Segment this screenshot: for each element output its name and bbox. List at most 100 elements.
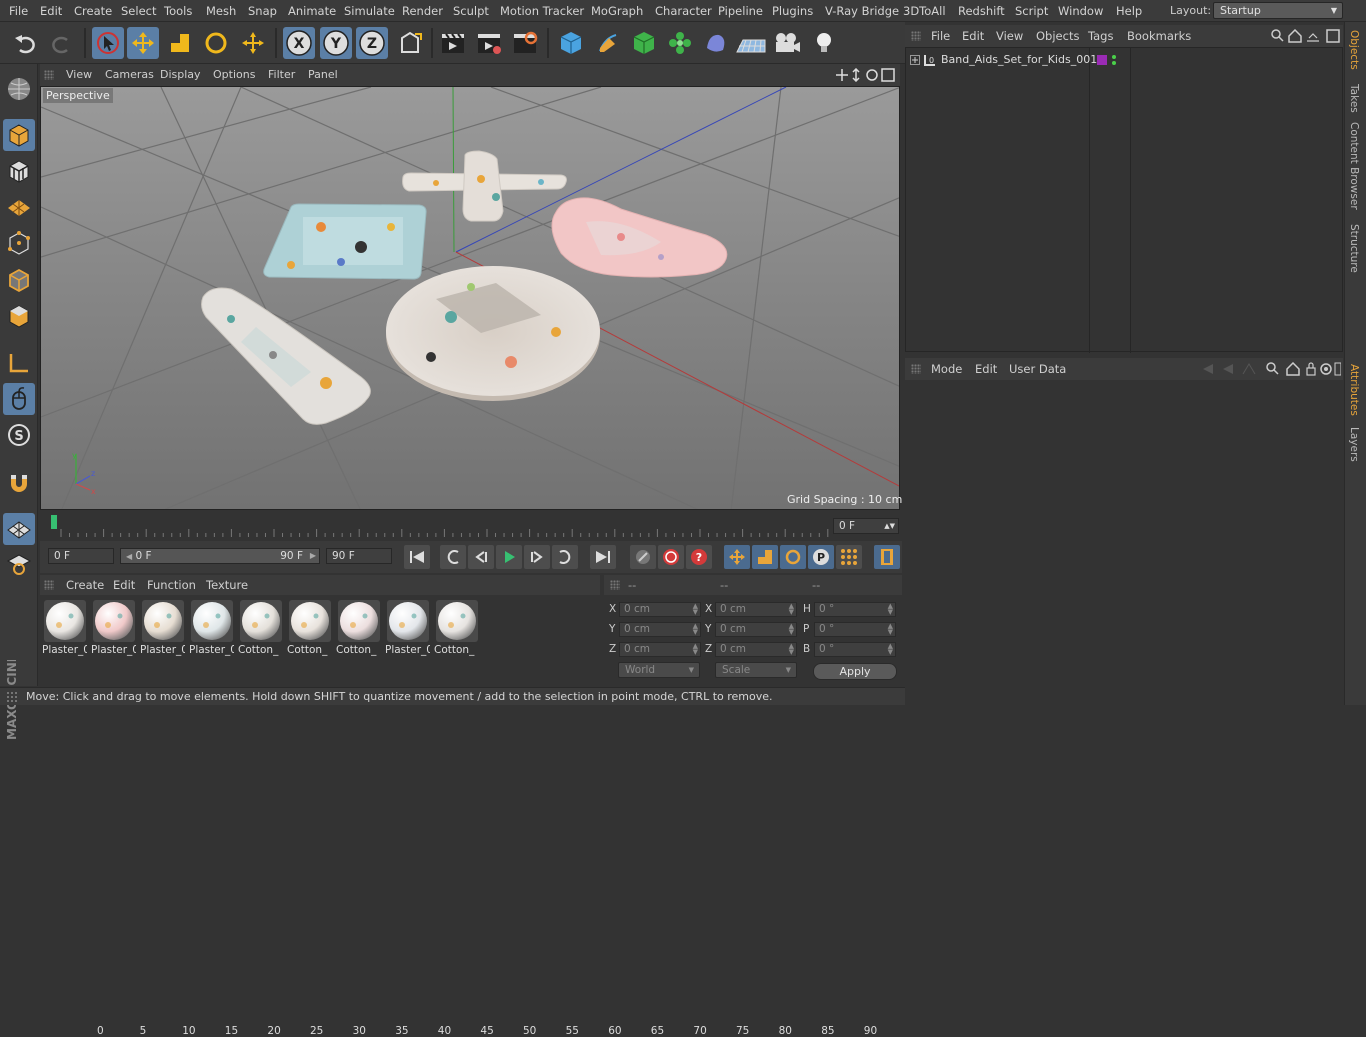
- start-frame-field[interactable]: 0 F: [48, 548, 114, 564]
- menu-character[interactable]: Character: [655, 0, 712, 22]
- menu-animate[interactable]: Animate: [288, 0, 336, 22]
- objects-menu-view[interactable]: View: [996, 25, 1023, 47]
- tweak-mode-button[interactable]: [3, 383, 35, 415]
- rot-b-field[interactable]: 0 ° ▲ ▼: [814, 642, 896, 657]
- menu-motion-tracker[interactable]: Motion Tracker: [500, 0, 584, 22]
- attribute-nav-icons[interactable]: [1201, 362, 1341, 376]
- camera-button[interactable]: [771, 27, 803, 59]
- undo-button[interactable]: [10, 27, 42, 59]
- viewport-menu-display[interactable]: Display: [160, 64, 201, 86]
- object-manager-nav-icons[interactable]: [1271, 29, 1341, 43]
- move-tool-button[interactable]: [127, 27, 159, 59]
- attributes-menu-user-data[interactable]: User Data: [1009, 358, 1066, 380]
- scale-tool-button[interactable]: [164, 27, 196, 59]
- tab-structure[interactable]: Structure: [1348, 224, 1360, 273]
- snap-button[interactable]: [3, 467, 35, 499]
- subdivision-surface-button[interactable]: [628, 27, 660, 59]
- rotate-tool-button[interactable]: [200, 27, 232, 59]
- menu-pipeline[interactable]: Pipeline: [718, 0, 763, 22]
- menu-script[interactable]: Script: [1015, 0, 1048, 22]
- next-frame-button[interactable]: [524, 545, 550, 569]
- visibility-dots-icon[interactable]: [1111, 54, 1117, 66]
- menu-edit[interactable]: Edit: [40, 0, 62, 22]
- tab-takes[interactable]: Takes: [1348, 84, 1360, 113]
- menu-redshift[interactable]: Redshift: [958, 0, 1005, 22]
- polygon-mode-button[interactable]: [3, 300, 35, 332]
- texture-mode-button[interactable]: [3, 155, 35, 187]
- material-swatch[interactable]: Cotton_: [336, 600, 381, 656]
- coordinate-system-button[interactable]: [394, 27, 426, 59]
- viewport-nav-icons[interactable]: [836, 68, 898, 82]
- expand-plus-icon[interactable]: [910, 55, 920, 65]
- menu-simulate[interactable]: Simulate: [344, 0, 395, 22]
- y-axis-lock-button[interactable]: Y: [320, 27, 352, 59]
- key-position-button[interactable]: [724, 545, 750, 569]
- menu-tools[interactable]: Tools: [164, 0, 192, 22]
- menu-sculpt[interactable]: Sculpt: [453, 0, 489, 22]
- point-mode-button[interactable]: [3, 227, 35, 259]
- viewport-menu-panel[interactable]: Panel: [308, 64, 338, 86]
- rot-h-field[interactable]: 0 ° ▲ ▼: [814, 602, 896, 617]
- key-pla-button[interactable]: [836, 545, 862, 569]
- viewport-menu-options[interactable]: Options: [213, 64, 255, 86]
- material-swatch[interactable]: Plaster_0: [385, 600, 430, 656]
- menu-create[interactable]: Create: [74, 0, 112, 22]
- keyframe-selection-button[interactable]: ?: [686, 545, 712, 569]
- redo-button[interactable]: [45, 27, 77, 59]
- end-frame-field[interactable]: 90 F: [326, 548, 392, 564]
- attributes-menu-mode[interactable]: Mode: [931, 358, 962, 380]
- viewport-menu-view[interactable]: View: [66, 64, 92, 86]
- tab-content-browser[interactable]: Content Browser: [1348, 122, 1360, 210]
- render-picture-viewer-button[interactable]: [473, 27, 505, 59]
- objects-menu-edit[interactable]: Edit: [962, 25, 984, 47]
- cloner-button[interactable]: [664, 27, 696, 59]
- menu-3dtoall[interactable]: 3DToAll: [903, 0, 946, 22]
- size-x-field[interactable]: 0 cm ▲ ▼: [715, 602, 797, 617]
- objects-menu-bookmarks[interactable]: Bookmarks: [1127, 25, 1191, 47]
- live-selection-button[interactable]: [92, 27, 124, 59]
- material-menu-create[interactable]: Create: [66, 575, 104, 595]
- frame-range-slider[interactable]: ◀ 0 F 90 F ▶: [120, 548, 320, 564]
- object-row[interactable]: 0 Band_Aids_Set_for_Kids_001: [906, 51, 1344, 69]
- layer-color-swatch[interactable]: [1097, 55, 1107, 65]
- axis-mode-button[interactable]: [3, 347, 35, 379]
- make-editable-button[interactable]: [3, 73, 35, 105]
- tab-attributes[interactable]: Attributes: [1348, 364, 1360, 416]
- previous-frame-button[interactable]: [468, 545, 494, 569]
- timeline-ruler[interactable]: 0 5 10 15 20 25 30 35 40 45 50 55 60 65 70 75 80 85 90 0 F…: [40, 511, 900, 1037]
- drag-grip-icon[interactable]: [911, 31, 921, 41]
- perspective-viewport[interactable]: y z x: [40, 86, 900, 510]
- material-menu-edit[interactable]: Edit: [113, 575, 135, 595]
- render-settings-button[interactable]: [509, 27, 541, 59]
- light-button[interactable]: [808, 27, 840, 59]
- pos-y-field[interactable]: 0 cm ▲ ▼: [619, 622, 701, 637]
- menu-help[interactable]: Help: [1116, 0, 1142, 22]
- tab-objects[interactable]: Objects: [1348, 30, 1360, 70]
- objects-menu-file[interactable]: File: [931, 25, 950, 47]
- go-to-end-button[interactable]: [590, 545, 616, 569]
- next-key-button[interactable]: [552, 545, 578, 569]
- go-to-start-button[interactable]: [404, 545, 430, 569]
- model-mode-button[interactable]: [3, 119, 35, 151]
- layout-select[interactable]: Startup ▼: [1213, 2, 1343, 19]
- edge-mode-button[interactable]: [3, 264, 35, 296]
- play-button[interactable]: [496, 545, 522, 569]
- material-swatch[interactable]: Plaster_0: [140, 600, 185, 656]
- z-axis-lock-button[interactable]: Z: [356, 27, 388, 59]
- previous-key-button[interactable]: [440, 545, 466, 569]
- menu-select[interactable]: Select: [121, 0, 156, 22]
- objects-menu-objects[interactable]: Objects: [1036, 25, 1079, 47]
- drag-grip-icon[interactable]: [610, 580, 620, 590]
- floor-button[interactable]: [735, 27, 767, 59]
- render-view-button[interactable]: [437, 27, 469, 59]
- record-active-objects-button[interactable]: [630, 545, 656, 569]
- drag-grip-icon[interactable]: [44, 580, 54, 590]
- material-swatch[interactable]: Cotton_: [238, 600, 283, 656]
- x-axis-lock-button[interactable]: X: [283, 27, 315, 59]
- deformer-button[interactable]: [700, 27, 732, 59]
- material-swatch[interactable]: Plaster_0: [91, 600, 136, 656]
- menu-mesh[interactable]: Mesh: [206, 0, 236, 22]
- planar-workplane-button[interactable]: [3, 548, 35, 580]
- material-swatch[interactable]: Plaster_0: [189, 600, 234, 656]
- menu-vray-bridge[interactable]: V-Ray Bridge: [825, 0, 899, 22]
